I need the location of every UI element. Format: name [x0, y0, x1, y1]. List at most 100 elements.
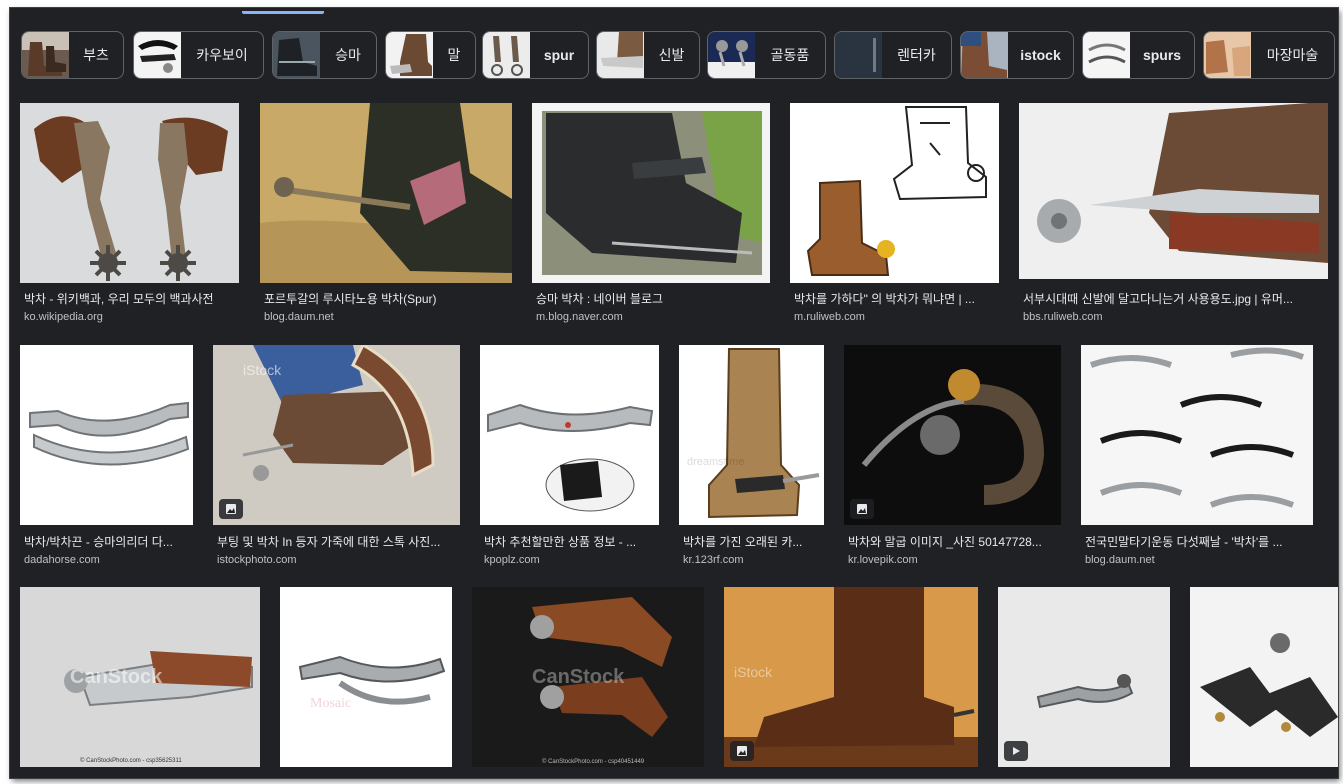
result-image-pair-of-spurs-dark: CanStock © CanStockPhoto.com - csp404514… — [472, 587, 704, 767]
play-icon — [1013, 747, 1020, 755]
result-source: m.ruliweb.com — [794, 311, 865, 323]
chip-boots[interactable]: 부츠 — [21, 31, 124, 79]
result-image-spur-white: Mosaic — [280, 587, 452, 767]
result-source: kr.lovepik.com — [848, 554, 918, 566]
watermark: iStock — [243, 362, 282, 378]
result-source: dadahorse.com — [24, 554, 100, 566]
result-card[interactable]: CanStock © CanStockPhoto.com - csp404514… — [472, 587, 704, 778]
result-image-antique-spurs — [20, 103, 239, 283]
chip-horse-riding[interactable]: 승마 — [272, 31, 377, 79]
result-title: 박차를 가하다" 의 박차가 뭐냐면 | ... — [794, 292, 975, 306]
result-card[interactable]: CanStock © CanStockPhoto.com - csp356253… — [20, 587, 260, 778]
chip-label: 부츠 — [83, 47, 109, 63]
result-image-steel-spur — [20, 345, 193, 525]
result-card[interactable]: 박차 - 위키백과, 우리 모두의 백과사전 ko.wikipedia.org — [20, 103, 239, 325]
image-caption: © CanStockPhoto.com - csp35625311 — [80, 757, 182, 764]
result-image-cowboy-boot-drawing — [790, 103, 999, 283]
result-title: 박차 - 위키백과, 우리 모두의 백과사전 — [24, 292, 214, 306]
chip-label: istock — [1020, 47, 1061, 63]
chip-label: spurs — [1142, 47, 1182, 63]
image-badge — [730, 741, 754, 761]
result-image-cowboy-boot-wood: iStock — [724, 587, 978, 767]
related-search-chips: 부츠 카우보이 승마 말 spur 신발 골동품 렌터카 istock spur… — [21, 31, 1338, 79]
result-title: 박차/박차끈 - 승마의리더 다... — [24, 535, 173, 549]
chip-thumbnail — [1204, 32, 1251, 78]
chip-antique[interactable]: 골동품 — [707, 31, 826, 79]
result-image-dark-spurs — [1190, 587, 1338, 767]
result-card[interactable]: 박차 추천할만한 상품 정보 - ... kpoplz.com — [480, 345, 659, 571]
result-title: 포르투갈의 루시타노용 박차(Spur) — [264, 292, 437, 306]
result-card[interactable]: 전국민말타기운동 다섯째날 - '박차'를 ... blog.daum.net — [1081, 345, 1313, 571]
result-image-old-cowboy-boot: dreamstime — [679, 345, 824, 525]
result-card[interactable]: dreamstime 박차를 가진 오래된 카... kr.123rf.com — [679, 345, 824, 571]
result-card[interactable] — [998, 587, 1170, 778]
chip-thumbnail — [961, 32, 1008, 78]
watermark: CanStock — [70, 666, 163, 688]
image-caption: © CanStockPhoto.com - csp40451449 — [542, 758, 645, 765]
result-title: 박차와 말굽 이미지 _사진 50147728... — [848, 535, 1042, 549]
result-image-silver-spur-brown-boot — [1019, 103, 1328, 279]
result-card[interactable]: iStock — [724, 587, 978, 778]
result-source: m.blog.naver.com — [536, 311, 623, 323]
chip-label: 신발 — [658, 47, 685, 63]
result-video-spur — [998, 587, 1170, 767]
chip-thumbnail — [597, 32, 644, 78]
chip-thumbnail — [22, 32, 69, 78]
chip-horse[interactable]: 말 — [385, 31, 476, 79]
result-title: 부팅 및 박차 In 등자 가죽에 대한 스톡 사진... — [217, 535, 441, 549]
active-tab-indicator — [242, 11, 324, 14]
watermark: Mosaic — [310, 696, 351, 711]
chip-cowboy[interactable]: 카우보이 — [133, 31, 264, 79]
result-image-boot-on-gravel — [532, 103, 770, 283]
chip-spurs[interactable]: spurs — [1082, 31, 1195, 79]
result-image-spur-and-horseshoe — [844, 345, 1061, 525]
chip-label: 카우보이 — [196, 47, 248, 63]
chip-dressage[interactable]: 마장마술 — [1203, 31, 1335, 79]
result-source: istockphoto.com — [217, 554, 297, 566]
chip-label: spur — [543, 47, 575, 63]
result-card[interactable]: 승마 박차 : 네이버 블로그 m.blog.naver.com — [532, 103, 770, 325]
chip-rental-car[interactable]: 렌터카 — [834, 31, 952, 79]
chip-label: 마장마술 — [1266, 47, 1319, 63]
result-image-boot-in-stirrup: iStock — [213, 345, 460, 525]
result-source: kpoplz.com — [484, 554, 540, 566]
watermark: CanStock — [532, 666, 625, 688]
video-badge — [1004, 741, 1028, 761]
chip-label: 골동품 — [770, 47, 810, 63]
result-card[interactable]: Mosaic — [280, 587, 452, 778]
result-source: ko.wikipedia.org — [24, 311, 103, 323]
chip-thumbnail — [708, 32, 755, 78]
result-card[interactable]: 박차를 가하다" 의 박차가 뭐냐면 | ... m.ruliweb.com — [790, 103, 999, 325]
chip-istock[interactable]: istock — [960, 31, 1074, 79]
result-image-spur-product — [480, 345, 659, 525]
result-card[interactable]: 포르투갈의 루시타노용 박차(Spur) blog.daum.net — [260, 103, 512, 325]
result-title: 박차를 가진 오래된 카... — [683, 535, 803, 549]
result-title: 전국민말타기운동 다섯째날 - '박차'를 ... — [1085, 535, 1283, 549]
result-card[interactable]: iStock 부팅 및 박차 In 등자 가죽에 대한 스톡 사진... ist… — [213, 345, 460, 571]
chip-label: 말 — [447, 47, 461, 63]
image-icon — [857, 504, 867, 514]
result-title: 박차 추천할만한 상품 정보 - ... — [484, 535, 637, 549]
result-image-many-spurs — [1081, 345, 1313, 525]
result-title: 서부시대때 신발에 달고다니는거 사용용도.jpg | 유머... — [1023, 292, 1293, 306]
result-source: blog.daum.net — [1085, 554, 1155, 566]
chip-thumbnail — [835, 32, 882, 78]
chip-spur[interactable]: spur — [482, 31, 589, 79]
image-badge — [850, 499, 874, 519]
chip-shoes[interactable]: 신발 — [596, 31, 700, 79]
watermark: dreamstime — [687, 456, 744, 468]
image-icon — [226, 504, 236, 514]
chip-label: 승마 — [335, 47, 361, 63]
result-card[interactable]: 박차와 말굽 이미지 _사진 50147728... kr.lovepik.co… — [844, 345, 1061, 571]
image-search-results: 부츠 카우보이 승마 말 spur 신발 골동품 렌터카 istock spur… — [10, 8, 1338, 778]
chip-thumbnail — [483, 32, 530, 78]
watermark: iStock — [734, 664, 773, 680]
result-source: bbs.ruliweb.com — [1023, 311, 1103, 323]
chip-thumbnail — [386, 32, 433, 78]
result-card[interactable]: 박차/박차끈 - 승마의리더 다... dadahorse.com — [20, 345, 193, 571]
chip-thumbnail — [273, 32, 320, 78]
chip-label: 렌터카 — [897, 47, 936, 63]
result-card[interactable]: 서부시대때 신발에 달고다니는거 사용용도.jpg | 유머... bbs.ru… — [1019, 103, 1328, 325]
result-card[interactable] — [1190, 587, 1338, 778]
result-image-boot-spur-sand — [260, 103, 512, 283]
